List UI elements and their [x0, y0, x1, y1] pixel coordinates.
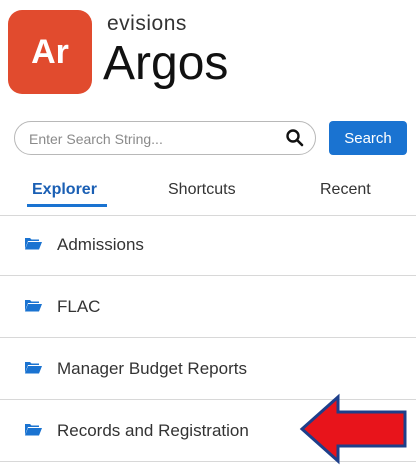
folder-label: Records and Registration: [57, 421, 249, 440]
folder-item-flac[interactable]: FLAC: [0, 276, 416, 338]
tab-shortcuts[interactable]: Shortcuts: [168, 181, 236, 199]
company-name: evisions: [107, 12, 187, 35]
folder-open-icon: [25, 424, 42, 436]
active-tab-indicator: [27, 204, 107, 207]
search-input[interactable]: [27, 128, 281, 150]
folder-label: Manager Budget Reports: [57, 359, 247, 378]
search-field[interactable]: [14, 121, 316, 155]
tab-explorer[interactable]: Explorer: [32, 181, 97, 199]
folder-label: FLAC: [57, 297, 101, 316]
folder-open-icon: [25, 300, 42, 312]
red-arrow-pointer: [299, 393, 407, 465]
search-button[interactable]: Search: [329, 121, 407, 155]
folder-label: Admissions: [57, 235, 144, 254]
search-icon[interactable]: [285, 128, 305, 148]
product-name: Argos: [103, 37, 229, 90]
argos-logo-badge: Ar: [8, 10, 92, 94]
folder-open-icon: [25, 238, 42, 250]
folder-item-admissions[interactable]: Admissions: [0, 214, 416, 276]
folder-item-manager-budget-reports[interactable]: Manager Budget Reports: [0, 338, 416, 400]
folder-open-icon: [25, 362, 42, 374]
tab-bar: Explorer Shortcuts Recent: [0, 170, 416, 216]
tab-recent[interactable]: Recent: [320, 181, 371, 199]
